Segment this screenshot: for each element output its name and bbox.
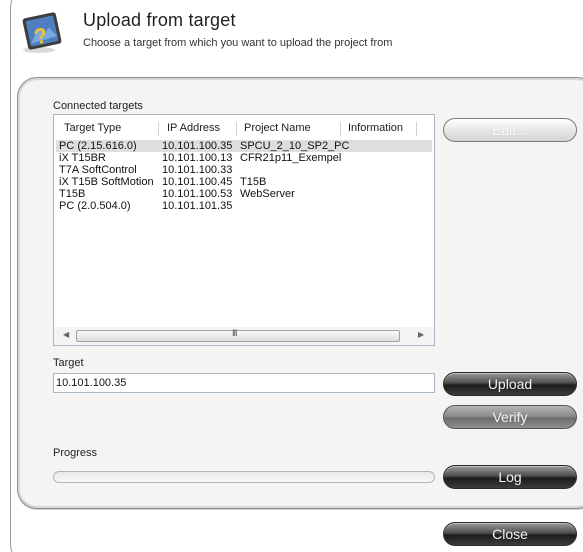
- targets-list-header: Target Type IP Address Project Name Info…: [54, 118, 434, 136]
- page-subtitle: Choose a target from which you want to u…: [83, 37, 393, 49]
- target-input[interactable]: [53, 373, 435, 393]
- column-separator[interactable]: [416, 122, 417, 136]
- page-title: Upload from target: [83, 10, 236, 30]
- progress-bar: [53, 471, 435, 483]
- column-header-target-type[interactable]: Target Type: [64, 122, 121, 134]
- connected-targets-label: Connected targets: [53, 100, 143, 112]
- progress-label: Progress: [53, 447, 98, 459]
- column-header-information[interactable]: Information: [348, 122, 403, 134]
- horizontal-scrollbar[interactable]: ◀ III ▶: [54, 327, 434, 345]
- close-button[interactable]: Close: [443, 522, 577, 546]
- edit-button[interactable]: Edit...: [443, 118, 577, 142]
- scrollbar-thumb[interactable]: III: [76, 328, 400, 342]
- table-row[interactable]: T15B 10.101.100.53 WebServer: [56, 188, 432, 200]
- verify-button[interactable]: Verify: [443, 405, 577, 429]
- target-label: Target: [53, 357, 84, 369]
- table-row[interactable]: PC (2.0.504.0) 10.101.101.35: [56, 200, 432, 212]
- column-header-project-name[interactable]: Project Name: [244, 122, 311, 134]
- targets-list[interactable]: Target Type IP Address Project Name Info…: [53, 114, 435, 346]
- column-header-ip-address[interactable]: IP Address: [167, 122, 220, 134]
- column-separator[interactable]: [236, 122, 237, 136]
- column-separator[interactable]: [340, 122, 341, 136]
- log-button[interactable]: Log: [443, 465, 577, 489]
- scroll-left-icon[interactable]: ◀: [63, 330, 69, 339]
- scroll-grip-icon: III: [232, 328, 237, 338]
- upload-wizard-icon: ?: [22, 12, 62, 53]
- table-row[interactable]: T7A SoftControl 10.101.100.33: [56, 164, 432, 176]
- table-row[interactable]: PC (2.15.616.0) 10.101.100.35 SPCU_2_10_…: [56, 140, 432, 152]
- scroll-right-icon[interactable]: ▶: [418, 330, 424, 339]
- upload-button[interactable]: Upload: [443, 372, 577, 396]
- table-row[interactable]: iX T15BR 10.101.100.13 CFR21p11_Exempel: [56, 152, 432, 164]
- column-separator[interactable]: [158, 122, 159, 136]
- table-row[interactable]: iX T15B SoftMotion 10.101.100.45 T15B: [56, 176, 432, 188]
